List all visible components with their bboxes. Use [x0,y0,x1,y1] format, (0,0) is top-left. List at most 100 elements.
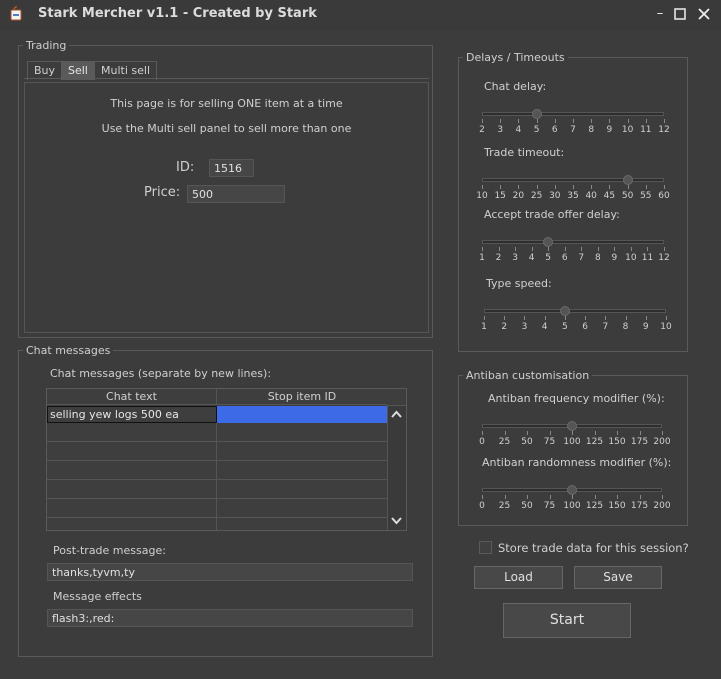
slider-tick [548,247,550,251]
delay-slider-track[interactable] [482,178,664,182]
antiban-group-title: Antiban customisation [463,369,593,382]
sell-info-line1: This page is for selling ONE item at a t… [110,97,343,110]
slider-tick [630,247,632,251]
antiban-slider-thumb[interactable] [567,421,577,431]
slider-tick-label: 60 [658,191,670,201]
slider-tick [554,119,556,123]
slider-tick [504,316,506,320]
post-trade-label: Post-trade message: [53,544,166,557]
slider-tick [544,316,546,320]
slider-tick [594,431,596,435]
slider-tick-label: 175 [630,437,649,447]
column-header-chat-text[interactable]: Chat text [47,389,217,405]
antiban-slider-label: Antiban randomness modifier (%): [482,456,672,469]
delay-slider-track[interactable] [482,112,664,116]
slider-tick-label: 100 [563,437,581,447]
price-label: Price: [144,185,181,200]
slider-tick [664,247,665,251]
post-trade-input[interactable] [47,563,413,581]
delay-slider-3[interactable]: Type speed: 1 2 3 4 5 6 7 8 9 10 [458,277,686,337]
slider-tick [645,185,647,189]
slider-tick [536,185,538,189]
chat-messages-title: Chat messages [23,344,114,357]
slider-tick [572,495,573,499]
slider-tick [614,247,616,251]
delay-slider-thumb[interactable] [622,175,633,185]
delay-slider-1[interactable]: Trade timeout: 10 15 20 25 30 35 40 45 50 55 60 [458,146,686,206]
slider-tick-label: 150 [608,501,626,511]
antiban-sliders: Antiban frequency modifier (%): 0 25 50 75 10… [458,385,686,515]
message-effects-label: Message effects [53,590,142,603]
slider-tick [482,431,483,435]
slider-tick [617,495,618,499]
slider-tick-label: 25 [498,501,511,511]
slider-tick-label: 12 [658,253,670,263]
close-button[interactable] [696,6,712,22]
slider-tick [605,316,607,320]
delay-slider-label: Chat delay: [484,80,547,93]
slider-tick-label: 75 [543,437,556,447]
price-input[interactable] [187,185,285,203]
delay-slider-thumb[interactable] [559,306,570,316]
antiban-slider-label: Antiban frequency modifier (%): [488,392,665,405]
window-title: Stark Mercher v1.1 - Created by Stark [38,6,317,21]
slider-tick-label: 200 [653,437,671,447]
slider-tick [527,431,528,435]
store-trade-data-checkbox[interactable] [479,541,492,554]
id-label: ID: [176,160,195,175]
chat-text-cell-editing[interactable]: selling yew logs 500 ea [47,406,217,423]
slider-tick [581,247,583,251]
column-header-stop-item-id[interactable]: Stop item ID [217,389,387,405]
slider-tick [572,431,573,435]
slider-tick [664,119,665,123]
message-effects-input[interactable] [47,609,413,627]
empty-rows [47,423,387,530]
table-header-corner [387,389,406,406]
slider-tick [617,431,618,435]
trading-group-title: Trading [23,39,70,52]
slider-tick [527,495,528,499]
load-button[interactable]: Load [474,566,563,589]
stop-item-id-cell-selected[interactable] [217,406,387,423]
save-button[interactable]: Save [574,566,662,589]
antiban-slider-0[interactable]: Antiban frequency modifier (%): 0 25 50 75 10… [458,392,686,452]
slider-tick [662,431,663,435]
slider-tick [504,495,506,499]
vertical-scrollbar[interactable] [387,406,406,530]
delay-slider-0[interactable]: Chat delay: 2 3 4 5 6 7 8 9 10 11 12 [458,80,686,140]
slider-tick [597,247,599,251]
antiban-slider-1[interactable]: Antiban randomness modifier (%): 0 25 50 75 1… [458,456,686,516]
slider-tick-label: 75 [543,501,556,511]
slider-tick [549,431,551,435]
minimize-button[interactable]: – [652,6,668,22]
slider-tick-label: 200 [653,501,671,511]
slider-tick [666,316,667,320]
slider-tick [500,185,502,189]
slider-tick [639,431,641,435]
slider-tick [564,247,566,251]
antiban-slider-thumb[interactable] [567,485,577,495]
start-button[interactable]: Start [503,603,631,638]
delay-slider-2[interactable]: Accept trade offer delay: 1 2 3 4 5 6 7 8 9 10 11 12 [458,208,686,268]
slider-tick [573,119,574,123]
delay-slider-label: Trade timeout: [484,146,565,159]
slider-tick [585,316,587,320]
maximize-button[interactable] [672,6,688,22]
slider-tick [484,316,485,320]
slider-tick [645,119,647,123]
slider-tick-label: 50 [521,437,533,447]
delay-slider-thumb[interactable] [531,109,542,119]
slider-tick [609,119,611,123]
scroll-up-icon[interactable] [389,408,404,422]
slider-tick [664,185,665,189]
slider-tick [482,119,483,123]
delay-slider-track[interactable] [482,240,664,244]
slider-tick-label: 50 [521,501,533,511]
slider-tick [482,495,483,499]
item-id-input[interactable] [209,159,254,177]
scroll-down-icon[interactable] [389,513,404,527]
delay-slider-thumb[interactable] [543,237,554,247]
slider-tick [524,316,526,320]
slider-tick [647,247,649,251]
delay-slider-track[interactable] [484,309,666,313]
